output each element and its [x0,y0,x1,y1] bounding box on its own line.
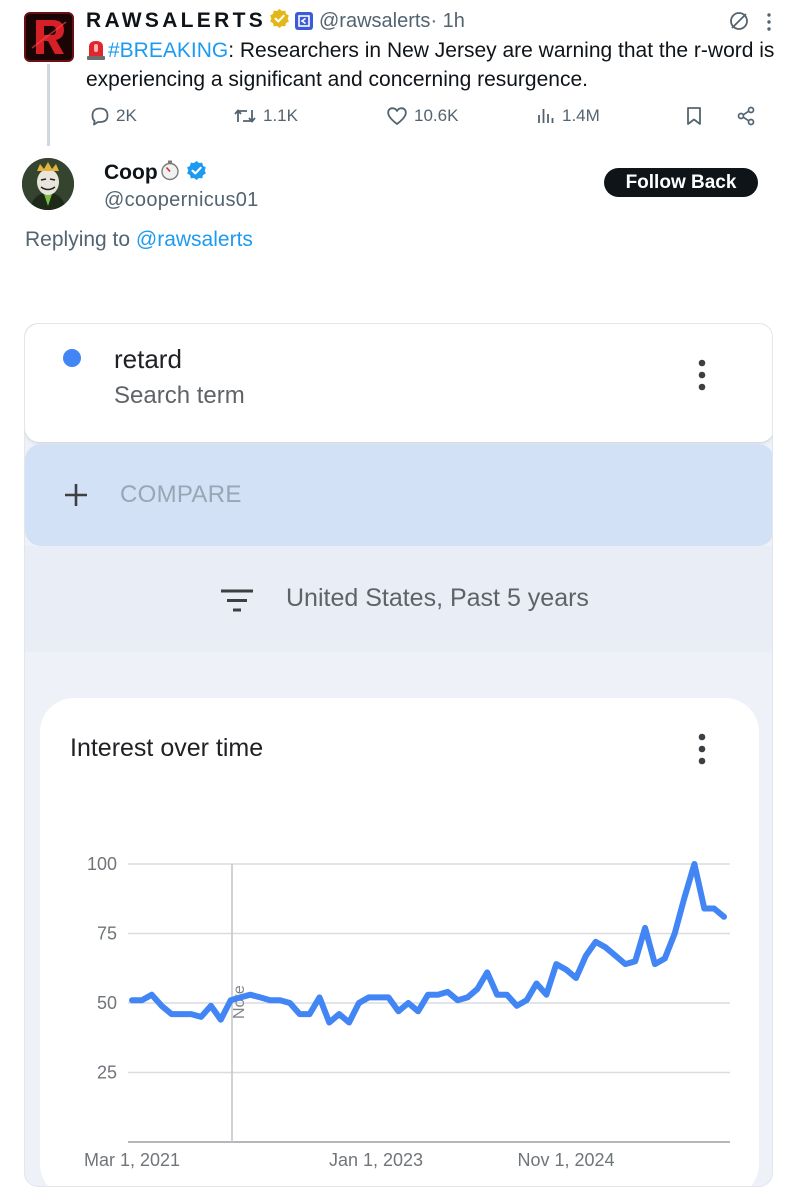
thread-connector-line [47,64,50,146]
search-term-text: retard [114,344,182,374]
tweet-header: RAWSALERTS @rawsalerts · 1h [86,7,465,35]
tweet-action-bar: 2K 1.1K 10.6K 1.4M [0,106,790,132]
reply-button[interactable]: 2K [90,106,137,126]
tweet-timestamp[interactable]: · 1h [430,10,464,33]
like-count: 10.6K [414,106,459,125]
x-tick-label-1: Mar 1, 2021 [84,1150,180,1170]
verified-gold-badge-icon [269,8,290,34]
y-tick-label-25: 25 [97,1063,117,1083]
trends-screenshot-image[interactable]: retard Search term COMPARE United States… [24,323,773,1187]
replying-to-mention-link[interactable]: @rawsalerts [136,228,253,251]
breaking-hashtag-link[interactable]: #BREAKING [108,39,228,62]
original-tweet[interactable]: RAWSALERTS @rawsalerts · 1h #BREAKING: R… [0,0,790,146]
repost-icon [234,109,256,123]
stopwatch-emoji-icon [160,159,180,187]
more-options-icon[interactable] [766,12,772,37]
replying-to-label: Replying to [25,228,136,251]
heart-icon [387,107,407,125]
analytics-icon [538,109,554,123]
compare-label: COMPARE [120,481,242,508]
x-tick-label-3: Nov 1, 2024 [517,1150,614,1170]
rawsalerts-avatar[interactable] [24,12,74,62]
search-term-type: Search term [114,382,245,409]
follow-back-button[interactable]: Follow Back [604,168,758,197]
interest-line-chart: 255075100NoteMar 1, 2021 Jan 1, 2023 Nov 1… [84,854,730,1170]
share-icon [737,106,755,126]
y-tick-label-100: 100 [87,854,117,874]
plus-icon [63,482,89,513]
reply-author-name-row: Coop [104,159,207,187]
tweet-text: #BREAKING: Researchers in New Jersey are… [86,36,776,94]
siren-emoji-icon [86,38,106,60]
affiliate-badge-icon[interactable] [295,12,313,30]
views-count: 1.4M [562,106,600,125]
compare-bar: COMPARE [25,444,772,546]
like-button[interactable]: 10.6K [386,106,458,126]
term-more-icon [697,358,707,397]
series-line-retard [129,861,727,1026]
search-term-card: retard Search term [25,324,772,442]
repost-count: 1.1K [263,106,298,125]
y-tick-label-50: 50 [97,993,117,1013]
author-display-name[interactable]: RAWSALERTS [86,9,266,33]
bookmark-icon [687,107,701,125]
share-button[interactable] [736,106,756,126]
repost-button[interactable]: 1.1K [233,106,298,126]
filter-icon [220,588,254,619]
reply-count: 2K [116,106,137,125]
x-tick-label-2: Jan 1, 2023 [329,1150,423,1170]
replying-to-line: Replying to @rawsalerts [25,228,253,252]
reply-author-handle[interactable]: @coopernicus01 [104,189,259,212]
y-tick-label-75: 75 [97,924,117,944]
coop-avatar[interactable] [22,158,74,210]
reply-icon [91,107,109,126]
grok-icon[interactable] [728,10,750,37]
series-color-dot [63,349,81,367]
reply-author-display-name[interactable]: Coop [104,161,158,185]
verified-blue-badge-icon [186,160,207,187]
views-button[interactable]: 1.4M [536,106,600,126]
filter-bar: United States, Past 5 years [25,546,772,652]
bookmark-button[interactable] [685,106,703,126]
interest-over-time-card: Interest over time 25 50 75 100 Note Mar 1, 2… [40,698,759,1186]
author-handle[interactable]: @rawsalerts [319,10,430,33]
filter-region-period: United States, Past 5 years [286,584,589,612]
